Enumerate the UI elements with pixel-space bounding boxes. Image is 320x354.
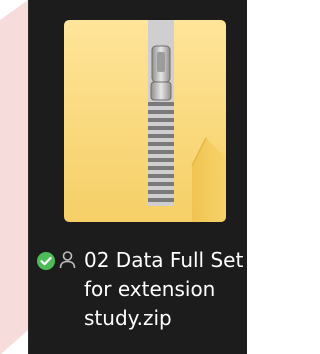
explorer-view: 02 Data Full Set for extension study.zip [0,0,247,354]
synced-check-icon [37,252,55,270]
file-name-line-1: 02 Data Full Set [84,248,244,272]
file-name-line-3: study.zip [84,306,172,330]
person-icon [59,251,76,269]
file-name-line-2: for extension [84,277,216,301]
file-name-label[interactable]: 02 Data Full Set for extension study.zip [84,246,247,333]
zip-folder-icon[interactable] [56,6,236,226]
